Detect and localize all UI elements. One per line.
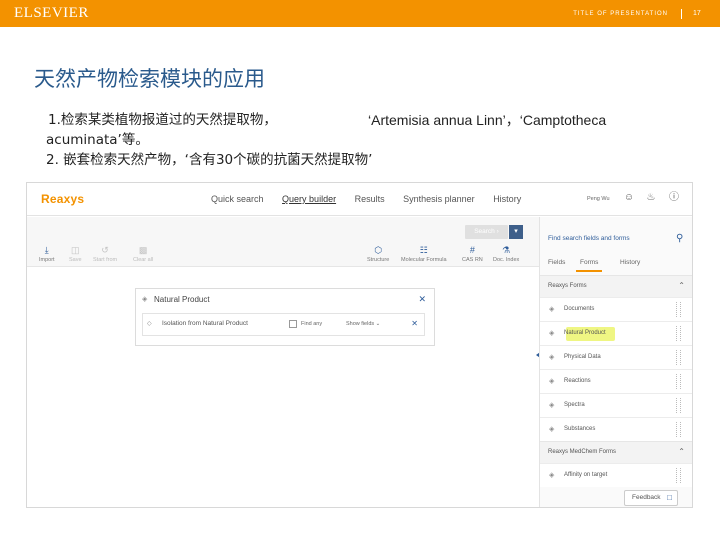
nav-synthesis-planner[interactable]: Synthesis planner xyxy=(403,194,475,204)
tool-cas-rn[interactable]: # CAS RN xyxy=(462,245,483,263)
form-icon: ◈ xyxy=(549,330,555,337)
form-field-row[interactable]: ◇ Isolation from Natural Product Find an… xyxy=(142,313,425,336)
forms-panel: Find search fields and forms ⚲ Fields Fo… xyxy=(539,217,692,507)
panel-tabs: Fields Forms History xyxy=(540,257,692,272)
save-icon: ◫ xyxy=(71,245,80,255)
reaxys-screenshot: Reaxys Quick search Query builder Result… xyxy=(26,182,693,508)
hash-icon: # xyxy=(469,245,475,255)
slide-title: 天然产物检索模块的应用 xyxy=(34,67,265,91)
tool-structure[interactable]: ⬡ Structure xyxy=(367,245,389,263)
nav-quick-search[interactable]: Quick search xyxy=(211,194,264,204)
main-nav: Quick search Query builder Results Synth… xyxy=(211,194,537,204)
active-tab-indicator xyxy=(576,270,602,272)
tab-forms[interactable]: Forms xyxy=(580,259,598,266)
find-any-checkbox[interactable] xyxy=(289,320,297,328)
form-item-substances[interactable]: ◈ Substances xyxy=(540,417,692,441)
help-icon[interactable]: ⓘ xyxy=(668,192,680,204)
search-icon[interactable]: ⚲ xyxy=(676,233,683,244)
page-number: 17 xyxy=(693,10,701,17)
elsevier-logo: ELSEVIER xyxy=(14,5,89,21)
user-name[interactable]: Peng Wu xyxy=(587,196,610,202)
drag-handle-icon[interactable] xyxy=(676,350,681,365)
form-item-affinity-on-target[interactable]: ◈ Affinity on target xyxy=(540,463,692,487)
drag-handle-icon[interactable] xyxy=(676,326,681,341)
bullet-1-continued: acuminata’等。 xyxy=(46,132,149,148)
chat-icon: □ xyxy=(667,493,672,502)
tool-save[interactable]: ◫ Save xyxy=(69,245,82,263)
form-item-documents[interactable]: ◈ Documents xyxy=(540,297,692,321)
bullet-1-species: ‘Artemisia annua Linn’，‘Camptotheca xyxy=(368,112,607,128)
tab-fields[interactable]: Fields xyxy=(548,259,565,266)
trash-icon: ▩ xyxy=(138,245,148,255)
form-item-natural-product[interactable]: ◈ Natural Product xyxy=(540,321,692,345)
natural-product-form: ◈ Natural Product ✕ ◇ Isolation from Nat… xyxy=(135,288,435,346)
drag-handle-icon[interactable] xyxy=(676,374,681,389)
drag-handle-icon[interactable] xyxy=(676,422,681,437)
show-fields-dropdown[interactable]: Show fields ⌄ xyxy=(346,321,380,327)
top-bar: ELSEVIER TITLE OF PRESENTATION 17 xyxy=(0,0,720,27)
tool-import[interactable]: ⤓ Import xyxy=(39,245,55,263)
doc-index-icon: ⚗ xyxy=(502,245,511,255)
formula-icon: ☷ xyxy=(419,245,428,255)
search-button[interactable]: Search › xyxy=(465,225,508,239)
drag-handle-icon[interactable] xyxy=(676,302,681,317)
import-icon: ⤓ xyxy=(44,245,49,255)
find-fields-input[interactable]: Find search fields and forms xyxy=(548,235,630,242)
reaxys-logo: Reaxys xyxy=(41,192,85,206)
bell-icon[interactable]: ♨ xyxy=(645,192,657,204)
close-form-icon[interactable]: ✕ xyxy=(418,294,426,305)
form-title: Natural Product xyxy=(154,295,210,304)
query-toolbar: ⤓ Import ◫ Save ↺ Start from ▩ Clear all… xyxy=(27,217,539,267)
chevron-up-icon: ⌃ xyxy=(678,281,685,290)
find-any-label: Find any xyxy=(301,321,323,327)
tool-start-from[interactable]: ↺ Start from xyxy=(93,245,117,263)
search-dropdown-icon[interactable]: ▾ xyxy=(509,225,523,239)
nav-history[interactable]: History xyxy=(493,194,521,204)
tab-history[interactable]: History xyxy=(620,259,640,266)
chevron-up-icon: ⌃ xyxy=(678,447,685,456)
form-icon: ◈ xyxy=(549,402,555,409)
group-reaxys-forms[interactable]: Reaxys Forms ⌃ xyxy=(540,275,692,297)
presentation-title: TITLE OF PRESENTATION xyxy=(573,11,668,17)
form-item-spectra[interactable]: ◈ Spectra xyxy=(540,393,692,417)
form-icon: ◈ xyxy=(142,296,148,303)
tool-molecular-formula[interactable]: ☷ Molecular Formula xyxy=(401,245,447,263)
form-icon: ◈ xyxy=(549,306,555,313)
group-medchem-forms[interactable]: Reaxys MedChem Forms ⌃ xyxy=(540,441,692,463)
form-icon: ◈ xyxy=(549,426,555,433)
reaxys-nav: Reaxys Quick search Query builder Result… xyxy=(27,183,692,216)
nav-results[interactable]: Results xyxy=(355,194,385,204)
nav-query-builder[interactable]: Query builder xyxy=(282,194,336,204)
tool-clear-all[interactable]: ▩ Clear all xyxy=(133,245,153,263)
feedback-button[interactable]: Feedback □ xyxy=(624,490,678,506)
structure-icon: ⬡ xyxy=(374,245,383,255)
bullet-1: 1.检索某类植物报道过的天然提取物， xyxy=(48,112,277,128)
bullet-2: 2. 嵌套检索天然产物，‘含有30个碳的抗菌天然提取物’ xyxy=(46,152,373,168)
drag-handle-icon[interactable] xyxy=(676,468,681,483)
user-icon[interactable]: ☺ xyxy=(623,192,635,204)
undo-icon: ↺ xyxy=(101,245,109,255)
form-item-physical-data[interactable]: ◈ Physical Data xyxy=(540,345,692,369)
form-item-reactions[interactable]: ◈ Reactions xyxy=(540,369,692,393)
form-icon: ◈ xyxy=(549,378,555,385)
tool-doc-index[interactable]: ⚗ Doc. Index xyxy=(493,245,519,263)
drag-handle-icon[interactable] xyxy=(676,398,681,413)
expand-icon[interactable]: ◇ xyxy=(147,320,152,327)
field-label: Isolation from Natural Product xyxy=(162,320,248,327)
remove-field-icon[interactable]: ✕ xyxy=(411,319,418,328)
form-icon: ◈ xyxy=(549,472,555,479)
form-icon: ◈ xyxy=(549,354,555,361)
header-divider xyxy=(681,9,682,19)
